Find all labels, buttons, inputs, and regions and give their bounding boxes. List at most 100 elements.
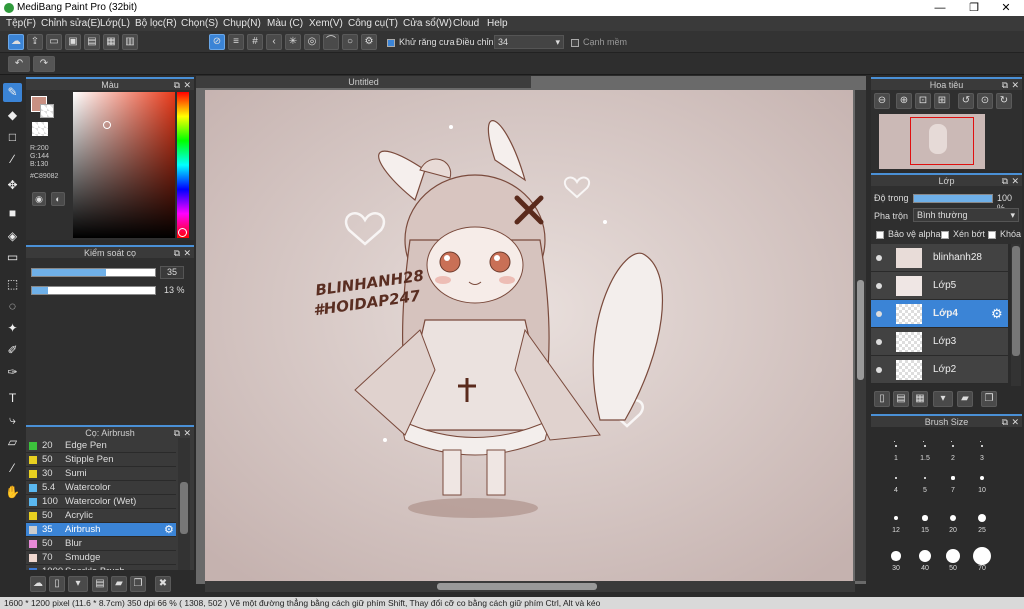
brush-list-item[interactable]: 50 Acrylic (26, 509, 176, 523)
gradient-tool-icon[interactable]: ▭ (3, 248, 22, 267)
visibility-icon[interactable] (876, 339, 882, 345)
brush-size-dot[interactable] (945, 548, 961, 564)
divide-tool-icon[interactable]: ▱ (3, 433, 22, 452)
antialias-checkbox[interactable] (387, 38, 395, 49)
restore-button[interactable]: ❐ (958, 0, 990, 16)
brush-size-value[interactable]: 35 (160, 266, 184, 279)
close-button[interactable]: ✕ (990, 0, 1022, 16)
canvas-horizontal-scrollbar[interactable] (205, 581, 855, 592)
snap-settings-icon[interactable]: ⚙ (361, 34, 377, 50)
visibility-icon[interactable] (876, 367, 882, 373)
rotate-right-icon[interactable]: ↻ (996, 93, 1012, 109)
menu-file[interactable]: Tệp(F) (6, 18, 36, 29)
menu-window[interactable]: Cửa sổ(W) (403, 18, 452, 29)
layer-row-selected[interactable]: Lớp4 ⚙ (871, 300, 1008, 328)
brush-size-dot[interactable] (895, 445, 897, 447)
layer-row[interactable]: Lớp5 (871, 272, 1008, 300)
brush-tool-icon[interactable]: ✎ (3, 83, 22, 102)
brush-size-dot[interactable] (891, 551, 901, 561)
copy-brush-icon[interactable]: ❐ (130, 576, 146, 592)
menu-edit[interactable]: Chỉnh sửa(E) (41, 18, 101, 29)
brush-list-item[interactable]: 35 Airbrush ⚙ (26, 523, 176, 537)
brush-list-scrollbar[interactable] (178, 438, 190, 570)
brush-size-dot[interactable] (951, 476, 955, 480)
brush-opacity-slider[interactable] (31, 286, 156, 295)
lock-checkbox[interactable] (988, 230, 996, 241)
actual-size-icon[interactable]: ⊞ (934, 93, 950, 109)
upload-icon[interactable]: ⇪ (27, 34, 43, 50)
brush-list-item[interactable]: 50 Blur (26, 537, 176, 551)
hand-tool-icon[interactable]: ✋ (3, 483, 22, 502)
layer-row[interactable]: blinhanh28 (871, 244, 1008, 272)
brush-settings-gear-icon[interactable]: ⚙ (164, 523, 174, 537)
edit-brush-icon[interactable]: ▤ (92, 576, 108, 592)
saturation-value-picker[interactable] (73, 92, 175, 238)
brush-size-dot[interactable] (924, 445, 926, 447)
layer-list-scroll-thumb[interactable] (1012, 246, 1020, 356)
zoom-out-icon[interactable]: ⊖ (874, 93, 890, 109)
horizontal-scroll-thumb[interactable] (437, 583, 597, 590)
brush-size-dot[interactable] (951, 444, 954, 447)
text-tool-icon[interactable]: T (3, 389, 22, 408)
reset-rotation-icon[interactable]: ⊙ (977, 93, 993, 109)
trash-icon[interactable]: ✖ (155, 576, 171, 592)
hue-slider[interactable] (177, 92, 189, 238)
grid-icon[interactable]: ▦ (103, 34, 119, 50)
layer-row[interactable]: Lớp3 (871, 328, 1008, 356)
snap-radial-icon[interactable]: ✳ (285, 34, 301, 50)
duplicate-layer-icon[interactable]: ❐ (981, 391, 997, 407)
snap-ring-icon[interactable]: ○ (342, 34, 358, 50)
color-set-icon[interactable]: ◐ (51, 192, 65, 206)
fit-icon[interactable]: ⊡ (915, 93, 931, 109)
brush-size-dot[interactable] (894, 476, 898, 480)
eyedropper-tool-icon[interactable]: ⁄ (3, 459, 22, 478)
rectangle-tool-icon[interactable]: □ (3, 128, 22, 147)
brush-list-item[interactable]: 100 Watercolor (Wet) (26, 495, 176, 509)
brush-size-dot[interactable] (979, 475, 985, 481)
comment-icon[interactable]: ▭ (46, 34, 62, 50)
operation-tool-icon[interactable]: ⤷ (3, 411, 22, 430)
move-tool-icon[interactable]: ✥ (3, 176, 22, 195)
brush-size-dot[interactable] (978, 514, 986, 522)
add-brush-icon[interactable]: ▾ (68, 576, 88, 592)
new-8bit-layer-icon[interactable]: ▦ (912, 391, 928, 407)
select-eraser-tool-icon[interactable]: ✑ (3, 363, 22, 382)
new-layer-icon[interactable]: ▯ (874, 391, 890, 407)
menu-layer[interactable]: Lớp(L) (100, 18, 130, 29)
snap-perspective-icon[interactable]: ‹ (266, 34, 282, 50)
sharp-checkbox[interactable] (571, 38, 579, 49)
brush-size-dot[interactable] (894, 441, 895, 442)
select-tool-icon[interactable]: ⬚ (3, 275, 22, 294)
blend-mode-select[interactable]: Bình thường ▾ (913, 208, 1019, 222)
layer-settings-gear-icon[interactable]: ⚙ (991, 306, 1003, 322)
snap-grid-icon[interactable]: # (247, 34, 263, 50)
cloud-icon[interactable]: ☁ (8, 34, 24, 50)
artboard[interactable]: BLINHANH28 #HOIDAP247 (205, 90, 853, 581)
brush-list-item[interactable]: 30 Sumi (26, 467, 176, 481)
layer-row[interactable]: Lớp2 (871, 356, 1008, 384)
snap-parallel-icon[interactable]: ≡ (228, 34, 244, 50)
folder-icon[interactable]: ▰ (111, 576, 127, 592)
menu-tools[interactable]: Công cụ(T) (348, 18, 398, 29)
add-layer-dropdown-icon[interactable]: ▾ (933, 391, 953, 407)
background-color-swatch[interactable] (40, 104, 54, 118)
cloud-brush-icon[interactable]: ☁ (30, 576, 46, 592)
magic-wand-tool-icon[interactable]: ✦ (3, 319, 22, 338)
bucket-tool-icon[interactable]: ◈ (3, 227, 22, 246)
brush-size-dot[interactable] (951, 441, 952, 442)
transparent-swatch[interactable] (32, 122, 48, 136)
brush-size-dot[interactable] (923, 441, 924, 442)
dot-tool-icon[interactable]: ∕ (3, 150, 22, 169)
brush-list-item[interactable]: 70 Smudge (26, 551, 176, 565)
brush-size-dot[interactable] (973, 547, 991, 565)
snap-curve-icon[interactable]: ⌒ (323, 34, 339, 50)
page-icon[interactable]: ▤ (84, 34, 100, 50)
menu-help[interactable]: Help (487, 18, 508, 29)
snap-off-icon[interactable]: ⊘ (209, 34, 225, 50)
menu-select[interactable]: Chọn(S) (181, 18, 218, 29)
menu-cloud[interactable]: Cloud (453, 18, 479, 29)
brush-list-item[interactable]: 5.4 Watercolor (26, 481, 176, 495)
brush-list-item[interactable]: 50 Stipple Pen (26, 453, 176, 467)
rotate-left-icon[interactable]: ↺ (958, 93, 974, 109)
canvas-tab[interactable]: Untitled (196, 76, 531, 88)
